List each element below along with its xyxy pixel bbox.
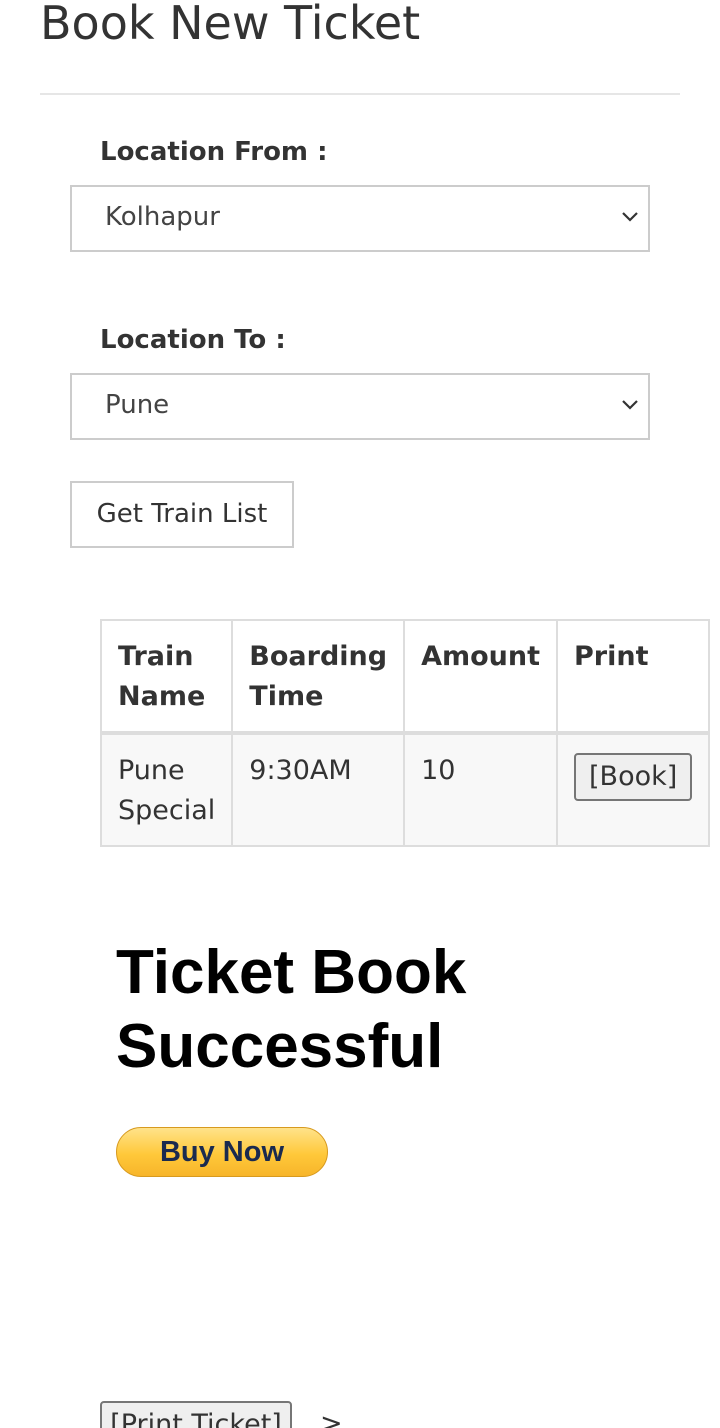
get-train-list-button[interactable]: Get Train List	[70, 481, 294, 548]
cell-action: [Book]	[556, 732, 711, 847]
cell-boarding-time: 9:30AM	[231, 732, 406, 847]
location-to-select[interactable]: Pune	[70, 373, 650, 440]
trailing-text: >	[320, 1408, 343, 1428]
location-from-label: Location From :	[100, 137, 328, 167]
header-boarding-time: Boarding Time	[231, 619, 406, 735]
cell-train-name: Pune Special	[99, 732, 234, 847]
header-train-name: Train Name	[99, 619, 234, 735]
title-divider	[40, 93, 680, 95]
table-row: Pune Special 9:30AM 10 [Book]	[99, 732, 711, 847]
page-title: Book New Ticket	[40, 0, 421, 50]
book-ticket-page: Book New Ticket Location From : Kolhapur…	[0, 0, 720, 1428]
header-amount: Amount	[403, 619, 559, 735]
cell-amount: 10	[403, 732, 559, 847]
chevron-down-icon	[622, 212, 638, 222]
location-from-value: Kolhapur	[105, 202, 220, 232]
header-print: Print	[556, 619, 711, 735]
location-to-label: Location To :	[100, 325, 286, 355]
ticket-success-message: Ticket Book Successful	[116, 938, 467, 1081]
buy-now-button[interactable]: Buy Now	[116, 1127, 328, 1177]
train-table: Train Name Boarding Time Amount Print Pu…	[99, 619, 711, 847]
location-to-value: Pune	[105, 390, 170, 420]
chevron-down-icon	[622, 400, 638, 410]
print-ticket-button[interactable]: [Print Ticket]	[100, 1401, 292, 1428]
table-header-row: Train Name Boarding Time Amount Print	[99, 619, 711, 735]
location-from-select[interactable]: Kolhapur	[70, 185, 650, 252]
book-button[interactable]: [Book]	[574, 753, 693, 801]
